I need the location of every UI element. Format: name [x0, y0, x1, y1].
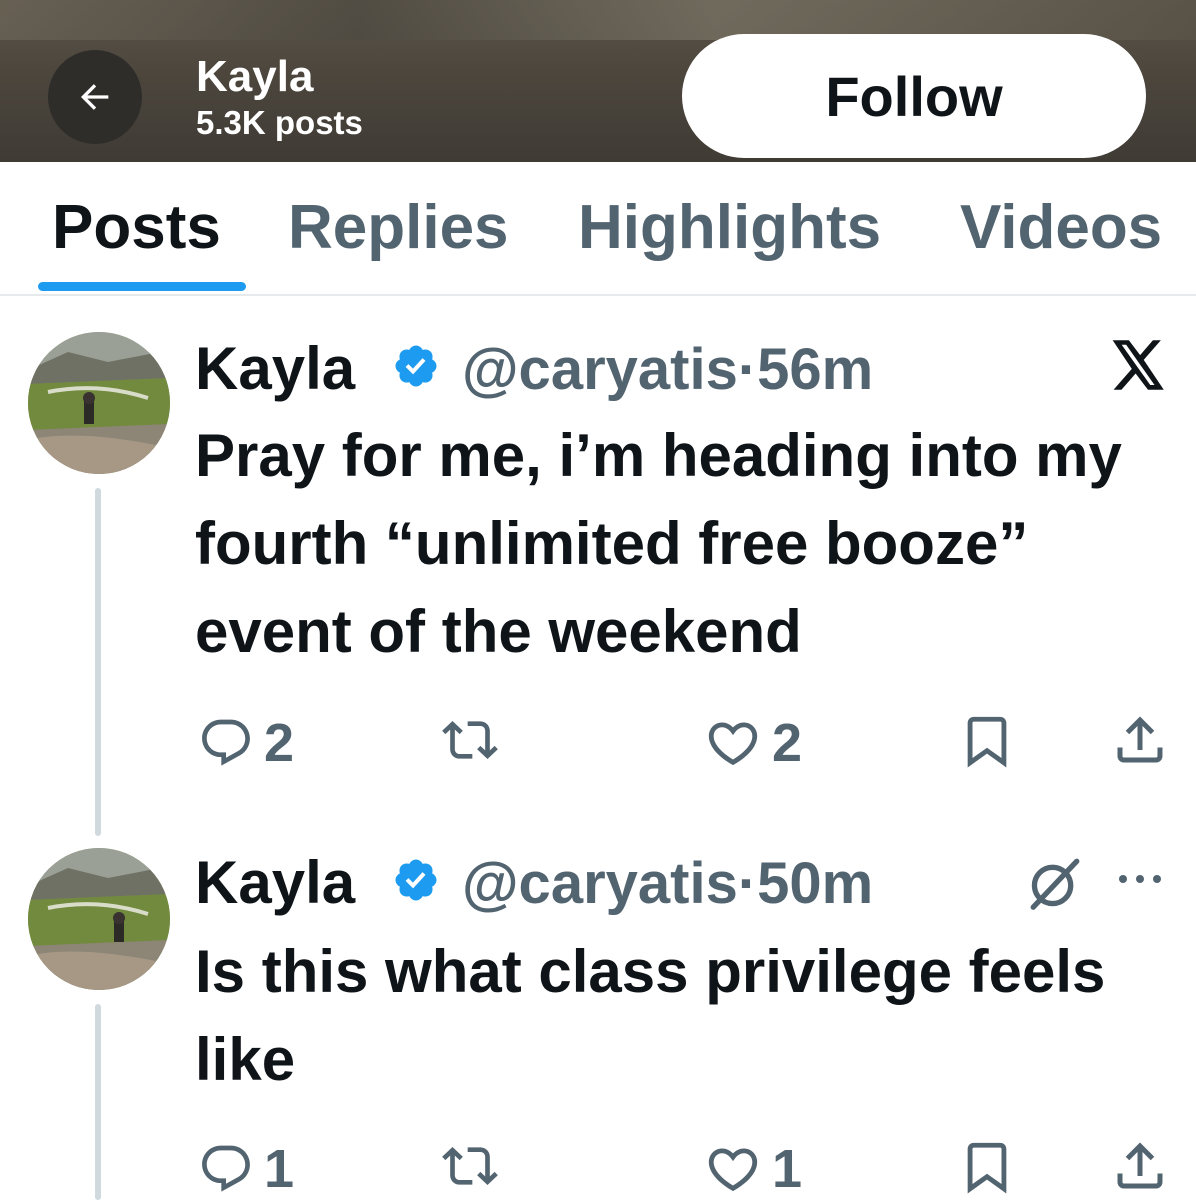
more-options-icon[interactable] — [1116, 872, 1164, 886]
tab-posts[interactable]: Posts — [52, 192, 221, 263]
post-handle[interactable]: @caryatis·50m — [462, 850, 873, 917]
reply-icon — [198, 1141, 254, 1197]
reply-count: 1 — [264, 1139, 295, 1199]
reply-count: 2 — [264, 713, 295, 773]
like-count: 1 — [772, 1139, 803, 1199]
header-post-count: 5.3K posts — [196, 104, 363, 141]
bookmark-button[interactable] — [958, 1138, 1016, 1196]
bookmark-button[interactable] — [958, 712, 1016, 770]
reply-button[interactable]: 2 — [198, 712, 294, 774]
back-button[interactable] — [48, 50, 142, 144]
reply-icon — [198, 715, 254, 771]
reply-button[interactable]: 1 — [198, 1138, 294, 1200]
tab-videos[interactable]: Videos — [960, 192, 1162, 263]
share-icon — [1110, 1136, 1170, 1196]
verified-badge-icon — [392, 342, 440, 390]
share-button[interactable] — [1110, 710, 1170, 770]
handle-text: @caryatis — [462, 851, 738, 916]
heart-icon — [704, 1140, 762, 1198]
avatar[interactable] — [28, 332, 170, 474]
like-button[interactable]: 2 — [704, 712, 802, 774]
active-tab-indicator — [38, 282, 246, 291]
post-author-name[interactable]: Kayla — [195, 334, 355, 403]
share-icon — [1110, 710, 1170, 770]
like-button[interactable]: 1 — [704, 1138, 802, 1200]
profile-tabs: Posts Replies Highlights Videos — [0, 162, 1196, 296]
share-button[interactable] — [1110, 1136, 1170, 1196]
tab-highlights[interactable]: Highlights — [578, 192, 881, 263]
bookmark-icon — [958, 1138, 1016, 1196]
post-text: Pray for me, i’m heading into my fourth … — [195, 422, 1122, 665]
retweet-icon — [440, 1138, 500, 1194]
x-logo-icon — [1112, 340, 1166, 390]
header-name: Kayla — [196, 52, 314, 101]
thread-line — [95, 488, 101, 836]
post-time: ·56m — [737, 337, 874, 402]
back-arrow-icon — [75, 77, 115, 117]
post-author-name[interactable]: Kayla — [195, 848, 355, 917]
bookmark-icon — [958, 712, 1016, 770]
post-time: ·50m — [737, 851, 874, 916]
heart-icon — [704, 714, 762, 772]
avatar[interactable] — [28, 848, 170, 990]
thread-line — [95, 1004, 101, 1200]
like-count: 2 — [772, 713, 803, 773]
post-text: Is this what class privilege feels like — [195, 938, 1106, 1093]
follow-button[interactable]: Follow — [682, 34, 1146, 158]
post-handle[interactable]: @caryatis·56m — [462, 336, 873, 403]
grok-icon[interactable] — [1026, 854, 1084, 912]
retweet-button[interactable] — [440, 1138, 510, 1194]
tab-replies[interactable]: Replies — [288, 192, 509, 263]
retweet-button[interactable] — [440, 712, 510, 768]
retweet-icon — [440, 712, 500, 768]
handle-text: @caryatis — [462, 337, 738, 402]
verified-badge-icon — [392, 856, 440, 904]
